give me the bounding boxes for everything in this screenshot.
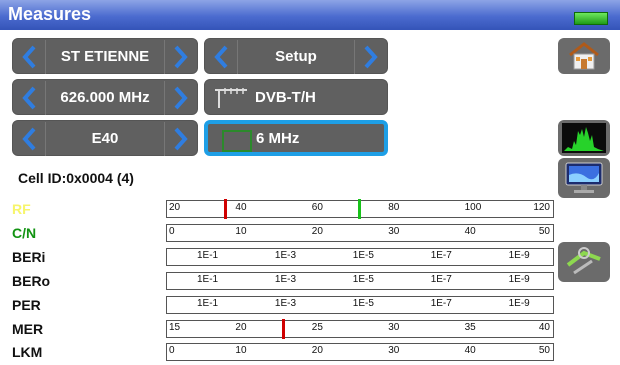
chevron-left-icon: [214, 45, 228, 69]
tv-button[interactable]: [558, 158, 610, 198]
location-label: ST ETIENNE: [60, 47, 150, 65]
meter-beri: 1E-1 1E-3 1E-5 1E-7 1E-9: [166, 248, 554, 266]
meter-lkm: 0 10 20 30 40 50: [166, 343, 554, 361]
mode-label: Setup: [275, 47, 317, 65]
chevron-left-icon: [22, 86, 36, 110]
battery-icon: [574, 12, 608, 25]
meter-tick: 50: [538, 226, 550, 237]
next-mode-button[interactable]: [354, 40, 385, 74]
previous-location-button[interactable]: [15, 40, 46, 74]
meter-tick: 0: [169, 345, 175, 356]
meter-label-lkm: LKM: [12, 344, 43, 360]
bandwidth-label: 6 MHz: [256, 129, 300, 147]
next-location-button[interactable]: [164, 40, 195, 74]
meter-label-per: PER: [12, 297, 41, 313]
chevron-left-icon: [22, 45, 36, 69]
location-selector[interactable]: ST ETIENNE: [12, 38, 198, 74]
meter-tick: 1E-5: [352, 298, 374, 309]
meter-tick: 1E-3: [274, 298, 297, 309]
meter-tick: 35: [464, 322, 476, 333]
bandwidth-icon: [222, 130, 252, 152]
bandwidth-button[interactable]: 6 MHz: [204, 120, 388, 156]
previous-frequency-button[interactable]: [15, 81, 46, 115]
meter-tick: 30: [388, 345, 400, 356]
mode-selector[interactable]: Setup: [204, 38, 388, 74]
channel-label: E40: [91, 129, 119, 147]
spectrum-button[interactable]: [558, 120, 610, 156]
meter-tick: 1E-7: [430, 274, 452, 285]
meter-tick: 1E-1: [197, 298, 219, 309]
meter-rf: 20 40 60 80 100 120: [166, 199, 554, 219]
meter-tick: 15: [169, 322, 181, 333]
meter-tick: 1E-5: [352, 274, 374, 285]
next-channel-button[interactable]: [164, 122, 195, 156]
meter-per: 1E-1 1E-3 1E-5 1E-7 1E-9: [166, 296, 554, 314]
meter-tick: 40: [235, 202, 247, 213]
tools-button[interactable]: [558, 242, 610, 282]
meter-cn: 0 10 20 30 40 50: [166, 224, 554, 242]
meter-tick: 20: [235, 322, 247, 333]
home-button[interactable]: [558, 38, 610, 74]
meter-tick: 30: [388, 322, 400, 333]
meter-tick: 1E-1: [197, 274, 219, 285]
meter-label-beri: BERi: [12, 249, 46, 265]
antenna-icon: [215, 88, 247, 108]
meter-tick: 1E-9: [508, 250, 530, 261]
meter-tick: 60: [311, 202, 323, 213]
meter-mer: 15 20 25 30 35 40: [166, 319, 554, 339]
spectrum-icon: [562, 123, 606, 153]
meter-marker: [224, 199, 228, 219]
meter-marker: [358, 199, 361, 219]
chevron-right-icon: [174, 127, 188, 151]
meter-tick: 10: [235, 345, 247, 356]
standard-button[interactable]: DVB-T/H: [204, 79, 388, 115]
previous-mode-button[interactable]: [207, 40, 238, 74]
meter-tick: 40: [538, 322, 550, 333]
meter-tick: 1E-7: [430, 298, 452, 309]
meter-tick: 1E-7: [430, 250, 452, 261]
meter-tick: 1E-1: [197, 250, 219, 261]
chevron-right-icon: [364, 45, 378, 69]
meter-tick: 100: [464, 202, 482, 213]
meter-label-mer: MER: [12, 321, 44, 337]
window-title: Measures: [8, 4, 92, 24]
meter-bero: 1E-1 1E-3 1E-5 1E-7 1E-9: [166, 272, 554, 290]
meter-label-bero: BERo: [12, 273, 51, 289]
standard-label: DVB-T/H: [255, 88, 316, 106]
meter-tick: 0: [169, 226, 175, 237]
channel-selector[interactable]: E40: [12, 120, 198, 156]
meter-tick: 1E-9: [508, 274, 530, 285]
meter-label-rf: RF: [12, 201, 31, 217]
previous-channel-button[interactable]: [15, 122, 46, 156]
frequency-label: 626.000 MHz: [60, 88, 150, 106]
meter-tick: 1E-9: [508, 298, 530, 309]
frequency-selector[interactable]: 626.000 MHz: [12, 79, 198, 115]
meter-tick: 10: [235, 226, 247, 237]
meter-tick: 20: [311, 226, 323, 237]
meter-tick: 30: [388, 226, 400, 237]
title-bar: Measures: [0, 0, 620, 30]
chevron-right-icon: [174, 86, 188, 110]
meter-tick: 1E-5: [352, 250, 374, 261]
tv-icon: [565, 162, 603, 193]
meter-marker: [281, 319, 285, 339]
meter-tick: 20: [311, 345, 323, 356]
meter-tick: 25: [311, 322, 323, 333]
tools-icon: [566, 247, 601, 275]
chevron-left-icon: [22, 127, 36, 151]
meter-label-cn: C/N: [12, 225, 37, 241]
meter-tick: 80: [388, 202, 400, 213]
home-icon: [569, 42, 599, 70]
chevron-right-icon: [174, 45, 188, 69]
meter-tick: 120: [533, 202, 550, 213]
meter-tick: 20: [169, 202, 181, 213]
meter-tick: 1E-3: [274, 250, 297, 261]
meter-tick: 40: [464, 226, 476, 237]
meter-tick: 40: [464, 345, 476, 356]
meter-tick: 1E-3: [274, 274, 297, 285]
next-frequency-button[interactable]: [164, 81, 195, 115]
cell-id: Cell ID:0x0004 (4): [18, 170, 134, 186]
meter-tick: 50: [538, 345, 550, 356]
